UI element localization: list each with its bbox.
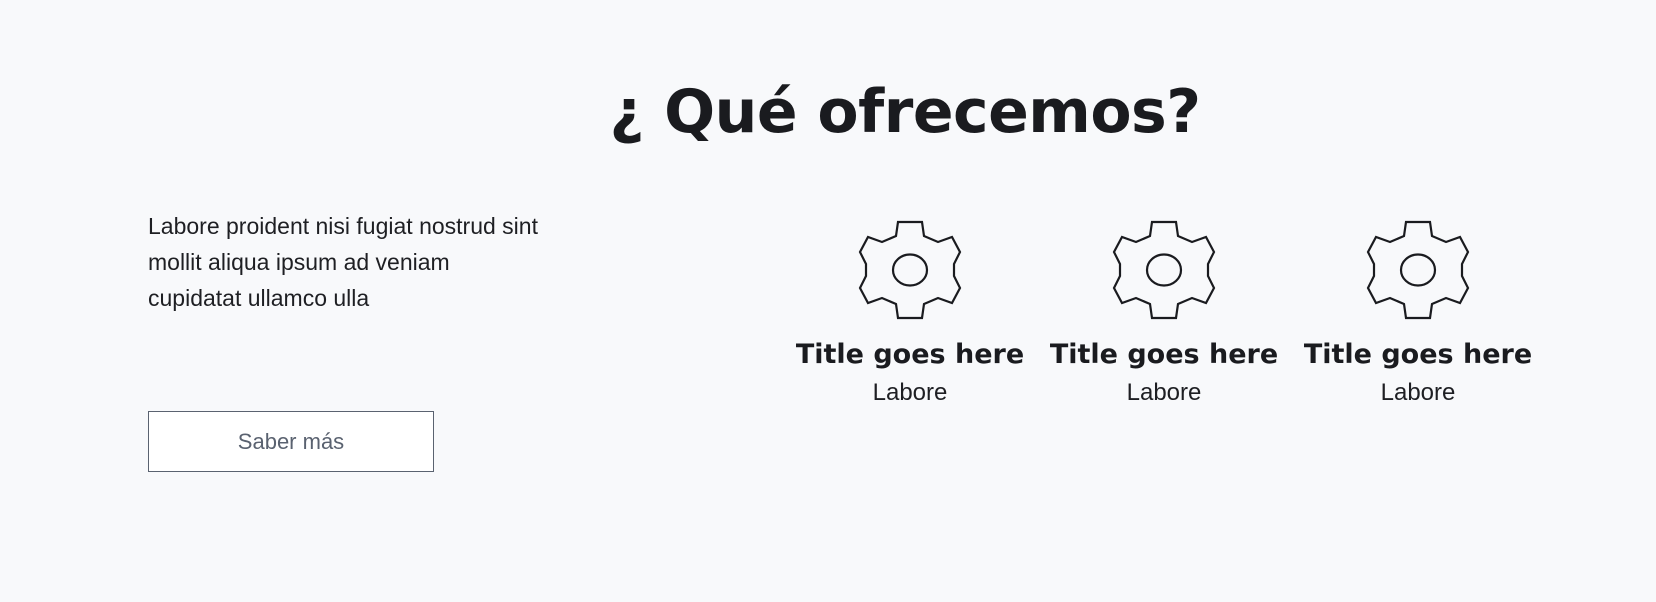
learn-more-button[interactable]: Saber más (148, 411, 434, 472)
feature-card: Title goes here Labore (1044, 220, 1284, 408)
gear-icon (1366, 220, 1470, 320)
section-title: ¿ Qué ofrecemos? (609, 77, 1201, 147)
feature-card: Title goes here Labore (1298, 220, 1538, 408)
feature-text: Labore (872, 379, 948, 406)
feature-text: Labore (1126, 379, 1202, 406)
feature-card: Title goes here Labore (790, 220, 1030, 408)
feature-text: Labore (1380, 379, 1456, 406)
what-we-offer-section: ¿ Qué ofrecemos? Labore proident nisi fu… (0, 0, 1656, 602)
feature-title: Title goes here (1049, 339, 1279, 370)
feature-title: Title goes here (1303, 339, 1533, 370)
gear-icon (858, 220, 962, 320)
section-description: Labore proident nisi fugiat nostrud sint… (148, 213, 538, 311)
feature-title: Title goes here (795, 339, 1025, 370)
gear-icon (1112, 220, 1216, 320)
